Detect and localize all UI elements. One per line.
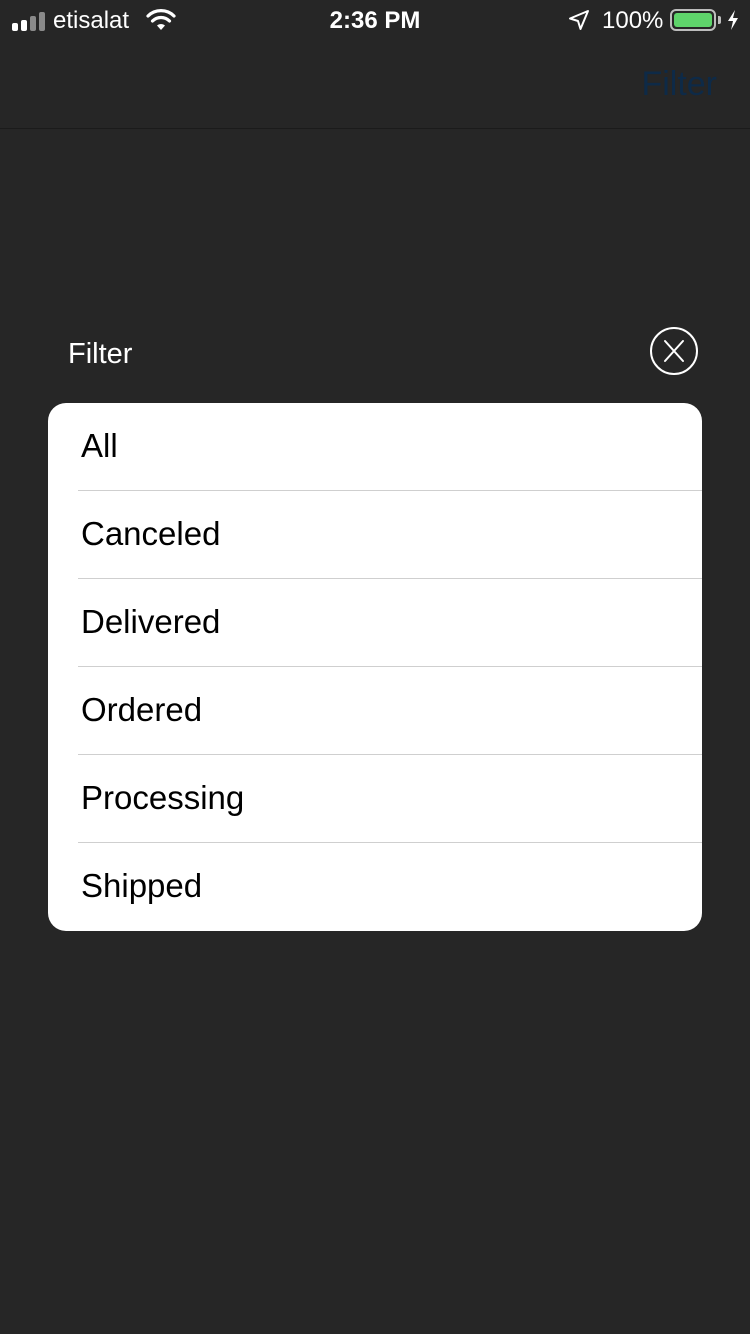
- option-label: Processing: [81, 779, 245, 816]
- nav-filter-button[interactable]: Filter: [641, 64, 717, 104]
- filter-options-list: All Canceled Delivered Ordered Processin…: [48, 403, 702, 931]
- status-bar: etisalat 2:36 PM 100%: [0, 0, 750, 40]
- filter-option-ordered[interactable]: Ordered: [48, 667, 702, 755]
- filter-option-shipped[interactable]: Shipped: [48, 843, 702, 931]
- option-label: Shipped: [81, 867, 203, 904]
- modal-title: Filter: [68, 338, 133, 370]
- screen: etisalat 2:36 PM 100% Filter Filter All …: [0, 0, 750, 1334]
- battery-level: [674, 13, 712, 27]
- battery-icon: [670, 9, 716, 31]
- filter-option-delivered[interactable]: Delivered: [48, 579, 702, 667]
- close-icon: [664, 340, 684, 362]
- charging-bolt-icon: [728, 10, 738, 30]
- option-label: All: [81, 427, 118, 464]
- option-label: Canceled: [81, 515, 221, 552]
- filter-option-processing[interactable]: Processing: [48, 755, 702, 843]
- battery-cap: [718, 16, 721, 24]
- filter-modal-header: Filter: [48, 322, 702, 384]
- close-button[interactable]: [650, 327, 698, 375]
- filter-option-all[interactable]: All: [48, 403, 702, 491]
- location-arrow-icon: [569, 10, 589, 30]
- battery-percentage: 100%: [602, 7, 664, 34]
- option-label: Ordered: [81, 691, 203, 728]
- filter-option-canceled[interactable]: Canceled: [48, 491, 702, 579]
- navigation-bar: Filter: [0, 40, 750, 129]
- option-label: Delivered: [81, 603, 221, 640]
